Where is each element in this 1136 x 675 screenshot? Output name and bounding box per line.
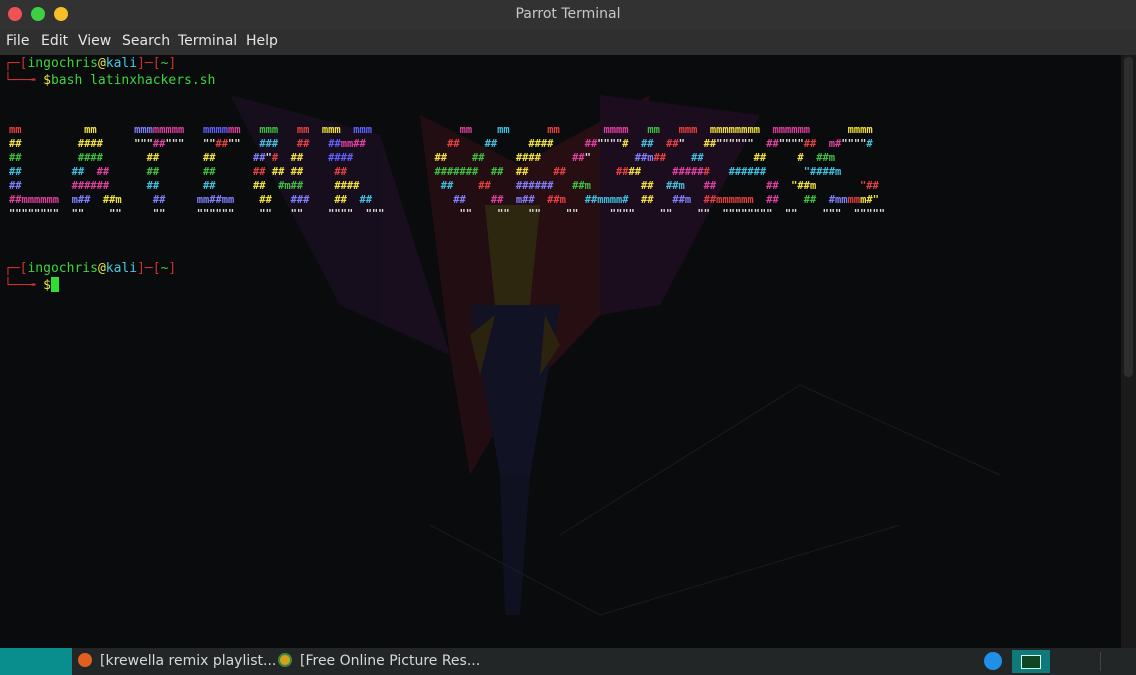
tray-divider xyxy=(1100,652,1101,671)
prompt-line-1: ┌─[ingochris@kali]─[~] xyxy=(4,56,177,71)
prompt-at-2: @ xyxy=(97,261,106,276)
start-menu-button[interactable] xyxy=(0,648,72,675)
task-chrome-label: [Free Online Picture Res... xyxy=(300,653,481,669)
terminal-output[interactable]: ┌─[ingochris@kali]─[~] └──╼ $bash latinx… xyxy=(0,55,1121,648)
prompt-host-2: kali xyxy=(105,261,138,276)
scrollbar-thumb[interactable] xyxy=(1124,57,1133,377)
menu-bar: File Edit View Search Terminal Help xyxy=(0,29,1136,55)
active-prompt-line: └──╼ $ xyxy=(4,277,59,294)
network-icon[interactable] xyxy=(984,652,1002,670)
menu-search[interactable]: Search xyxy=(122,33,170,49)
menu-file[interactable]: File xyxy=(6,33,29,49)
prompt-symbol: $ xyxy=(43,73,51,88)
window-title: Parrot Terminal xyxy=(515,6,621,22)
menu-edit[interactable]: Edit xyxy=(41,33,68,49)
menu-help[interactable]: Help xyxy=(246,33,278,49)
prompt-host: kali xyxy=(105,56,138,71)
task-firefox[interactable]: [krewella remix playlist... xyxy=(78,648,276,675)
terminal-scrollbar[interactable] xyxy=(1121,55,1136,648)
firefox-icon xyxy=(78,653,92,667)
title-bar: Parrot Terminal xyxy=(0,0,1136,29)
command-text: bash latinxhackers.sh xyxy=(50,73,216,88)
menu-view[interactable]: View xyxy=(78,33,111,49)
prompt-at: @ xyxy=(97,56,106,71)
prompt-user: ingochris xyxy=(27,56,98,71)
task-firefox-label: [krewella remix playlist... xyxy=(100,653,277,669)
terminal-tray-button[interactable] xyxy=(1012,650,1050,673)
command-line: └──╼ $bash latinxhackers.sh xyxy=(4,73,216,88)
menu-terminal[interactable]: Terminal xyxy=(178,33,237,49)
ascii-art-banner: mm mm mmmmmmmm mmmmmm mmm mm mmm mmm mm … xyxy=(9,124,886,220)
prompt-line-2: ┌─[ingochris@kali]─[~] xyxy=(4,261,177,276)
terminal-icon xyxy=(1021,655,1041,669)
taskbar: [krewella remix playlist... [Free Online… xyxy=(0,648,1136,675)
task-chrome[interactable]: [Free Online Picture Res... xyxy=(278,648,480,675)
prompt-symbol-2: $ xyxy=(43,278,51,293)
prompt-user-2: ingochris xyxy=(27,261,98,276)
chrome-icon xyxy=(278,653,292,667)
terminal-cursor xyxy=(50,277,59,292)
